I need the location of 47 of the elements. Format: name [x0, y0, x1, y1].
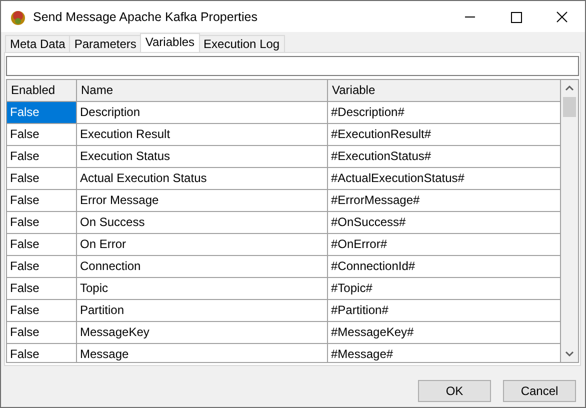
- table-cell[interactable]: False: [7, 256, 77, 278]
- table-cell[interactable]: False: [7, 300, 77, 322]
- window-title: Send Message Apache Kafka Properties: [33, 10, 258, 24]
- table-cell: Actual Execution Status: [77, 168, 328, 190]
- table-cell: On Success: [77, 212, 328, 234]
- table-cell: MessageKey: [77, 322, 328, 344]
- tab[interactable]: Meta Data: [5, 35, 70, 52]
- table-cell: #ExecutionStatus#: [328, 146, 561, 168]
- table-cell: Message: [77, 344, 328, 362]
- tab[interactable]: Variables: [140, 33, 200, 52]
- table-cell: Connection: [77, 256, 328, 278]
- table-cell: #Topic#: [328, 278, 561, 300]
- table-cell: Partition: [77, 300, 328, 322]
- table-cell: #MessageKey#: [328, 322, 561, 344]
- table-cell[interactable]: False: [7, 234, 77, 256]
- table-cell[interactable]: False: [7, 278, 77, 300]
- table-cell: #OnSuccess#: [328, 212, 561, 234]
- scrollbar[interactable]: [561, 80, 578, 362]
- table-cell: #ErrorMessage#: [328, 190, 561, 212]
- dialog-button[interactable]: OK: [418, 380, 491, 402]
- table-cell: #Description#: [328, 102, 561, 124]
- table-cell[interactable]: False: [7, 168, 77, 190]
- column-header[interactable]: Variable: [328, 80, 561, 102]
- table-cell[interactable]: False: [7, 344, 77, 362]
- table-cell: Error Message: [77, 190, 328, 212]
- column-header[interactable]: Enabled: [7, 80, 77, 102]
- dialog-button[interactable]: Cancel: [503, 380, 576, 402]
- table-cell[interactable]: False: [7, 124, 77, 146]
- column-header[interactable]: Name: [77, 80, 328, 102]
- tab[interactable]: Execution Log: [198, 35, 285, 52]
- table-cell: Description: [77, 102, 328, 124]
- table-cell[interactable]: False: [7, 190, 77, 212]
- table-cell: #Partition#: [328, 300, 561, 322]
- table-cell: Execution Result: [77, 124, 328, 146]
- input-field[interactable]: [6, 56, 579, 76]
- table-cell[interactable]: False: [7, 102, 77, 124]
- table-cell[interactable]: False: [7, 146, 77, 168]
- table-cell: #ExecutionResult#: [328, 124, 561, 146]
- table-cell[interactable]: False: [7, 322, 77, 344]
- table-cell: On Error: [77, 234, 328, 256]
- table-cell: #ActualExecutionStatus#: [328, 168, 561, 190]
- scroll-thumb[interactable]: [563, 97, 576, 117]
- table-cell: #OnError#: [328, 234, 561, 256]
- table-cell: #ConnectionId#: [328, 256, 561, 278]
- table-cell: Topic: [77, 278, 328, 300]
- table-cell: Execution Status: [77, 146, 328, 168]
- table-cell[interactable]: False: [7, 212, 77, 234]
